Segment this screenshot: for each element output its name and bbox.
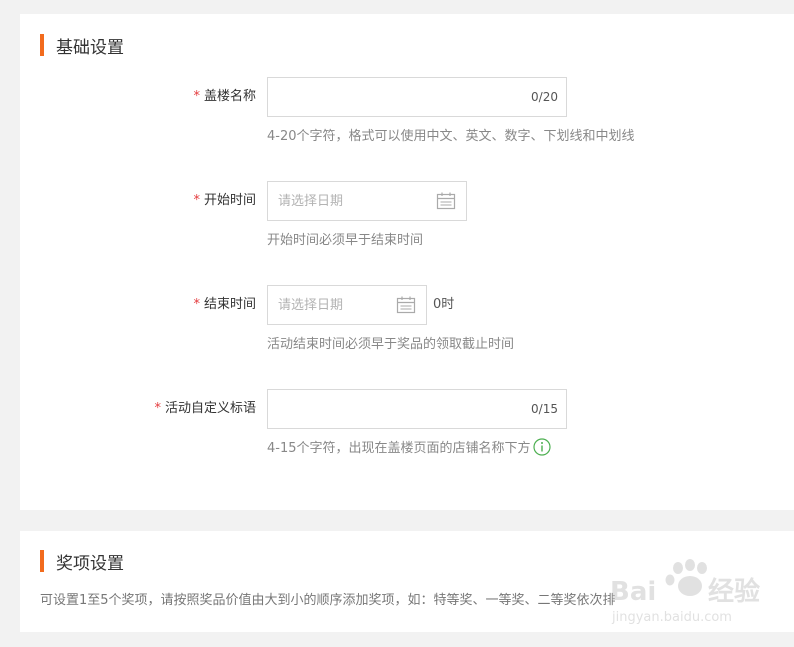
baidu-jingyan-watermark: Bai 经验 jingyan.baidu.com xyxy=(590,556,790,626)
basic-settings-card: 基础设置 * 盖楼名称 0/20 4-20个字符，格式可以使用中文、英文、数字、下… xyxy=(20,14,794,510)
required-mark: * xyxy=(193,89,200,104)
custom-slogan-input[interactable] xyxy=(268,390,566,428)
section-accent-bar xyxy=(40,550,44,572)
required-mark: * xyxy=(193,297,200,312)
start-date-picker[interactable] xyxy=(267,181,467,221)
svg-text:经验: 经验 xyxy=(708,576,760,607)
prize-description: 可设置1至5个奖项，请按照奖品价值由大到小的顺序添加奖项，如：特等奖、一等奖、二… xyxy=(40,593,616,608)
end-time-hint: 活动结束时间必须早于奖品的领取截止时间 xyxy=(267,337,515,352)
required-mark: * xyxy=(193,193,200,208)
custom-slogan-hint: 4-15个字符，出现在盖楼页面的店铺名称下方 xyxy=(267,437,551,456)
required-mark: * xyxy=(154,401,161,416)
custom-slogan-row: * 活动自定义标语 0/15 4-15个字符，出现在盖楼页面的店铺名称下方 xyxy=(20,389,794,459)
baidu-paw-logo: Bai 经验 jingyan.baidu.com xyxy=(610,559,760,625)
end-time-label: * 结束时间 xyxy=(193,297,256,312)
floor-name-label: * 盖楼名称 xyxy=(193,89,256,104)
start-time-row: *开始时间 开始时间必须早于结束时间 xyxy=(20,181,794,251)
start-time-hint: 开始时间必须早于结束时间 xyxy=(267,233,424,248)
custom-slogan-label: * 活动自定义标语 xyxy=(154,401,256,416)
section-title-basic: 基础设置 xyxy=(40,34,124,58)
end-time-row: *结束时间 0时 活动结束时间必须早于奖品的领取截止时间 xyxy=(20,285,794,355)
floor-name-row: * 盖楼名称 0/20 4-20个字符，格式可以使用中文、英文、数字、下划线和中划… xyxy=(20,77,794,147)
floor-name-field[interactable]: 0/20 xyxy=(267,77,567,117)
end-hour-suffix: 0时 xyxy=(433,297,455,312)
svg-text:Bai: Bai xyxy=(610,577,656,607)
info-circle-icon[interactable] xyxy=(532,437,551,456)
end-date-picker[interactable] xyxy=(267,285,427,325)
floor-name-counter: 0/20 xyxy=(531,90,558,104)
section-accent-bar xyxy=(40,34,44,56)
start-time-label: * 开始时间 xyxy=(193,193,256,208)
floor-name-input[interactable] xyxy=(268,78,566,116)
section-title-text: 奖项设置 xyxy=(56,553,124,574)
calendar-icon[interactable] xyxy=(396,295,416,315)
custom-slogan-counter: 0/15 xyxy=(531,402,558,416)
floor-name-hint: 4-20个字符，格式可以使用中文、英文、数字、下划线和中划线 xyxy=(267,129,635,144)
section-title-text: 基础设置 xyxy=(56,37,124,58)
custom-slogan-field[interactable]: 0/15 xyxy=(267,389,567,429)
svg-text:jingyan.baidu.com: jingyan.baidu.com xyxy=(611,610,732,625)
section-title-prize: 奖项设置 xyxy=(40,550,124,574)
calendar-icon[interactable] xyxy=(436,191,456,211)
